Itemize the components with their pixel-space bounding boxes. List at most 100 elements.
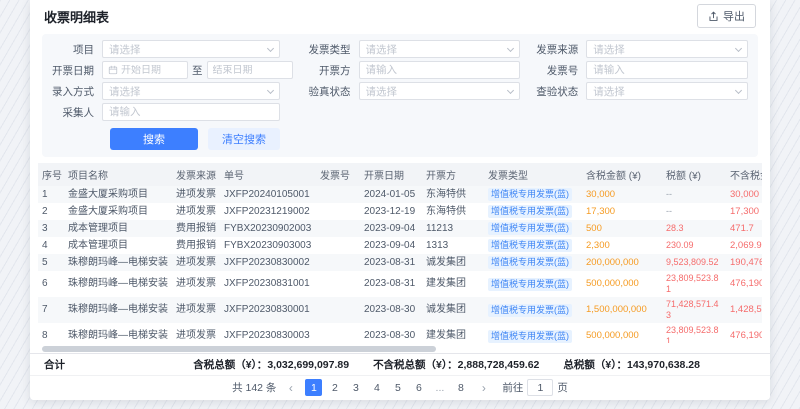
- column-header: 含税金额 (¥): [582, 163, 662, 186]
- cell-project: 成本管理项目: [64, 220, 172, 237]
- table-row: 1 金盛大厦采购项目 进项发票 JXFP20240105001 2024-01-…: [38, 186, 762, 203]
- cell-tax: 71,428,571.43: [662, 297, 726, 323]
- page-title: 收票明细表: [44, 7, 109, 26]
- invoice-source-label: 发票来源: [526, 42, 586, 57]
- cell-no: 2: [38, 203, 64, 220]
- summary-tax-total: 总税额（¥）：143,970,638.28: [563, 357, 700, 372]
- cell-no: 3: [38, 220, 64, 237]
- cell-amount-incl: 500,000,000: [582, 323, 662, 343]
- issuer-input[interactable]: [359, 61, 521, 79]
- filter-invoice-type: 发票类型 请选择: [299, 40, 521, 58]
- chevron-down-icon: [267, 44, 274, 51]
- chevron-down-icon: [735, 44, 742, 51]
- invoice-type-tag: 增值税专用发票(蓝): [488, 205, 572, 218]
- cell-no: 1: [38, 186, 64, 203]
- excl-total-label: 不含税总额（¥）：: [373, 359, 458, 371]
- excl-total-value: 2,888,728,459.62: [458, 359, 540, 371]
- invoice-type-tag: 增值税专用发票(蓝): [488, 239, 572, 252]
- cell-amount-excl: 2,069.91: [726, 237, 762, 254]
- invoice-no-input[interactable]: [586, 61, 748, 79]
- cell-amount-incl: 2,300: [582, 237, 662, 254]
- start-date-input[interactable]: [102, 61, 188, 79]
- export-button[interactable]: 导出: [697, 4, 756, 28]
- cell-project: 珠穆朗玛峰—电梯安装: [64, 297, 172, 323]
- cell-tax: 230.09: [662, 237, 726, 254]
- page-button-3[interactable]: 3: [347, 379, 364, 396]
- cell-tax: --: [662, 203, 726, 220]
- page-button-2[interactable]: 2: [326, 379, 343, 396]
- cell-date: 2023-12-19: [360, 203, 422, 220]
- cell-source: 费用报销: [172, 220, 220, 237]
- collector-input[interactable]: [102, 103, 280, 121]
- column-header: 不含税金额 (¥): [726, 163, 762, 186]
- next-page-button[interactable]: ›: [475, 379, 492, 396]
- page-button-1[interactable]: 1: [305, 379, 322, 396]
- export-label: 导出: [723, 8, 745, 24]
- filter-check-status: 查验状态 请选择: [526, 82, 748, 100]
- filter-invoice-date: 开票日期 至: [42, 61, 293, 79]
- cell-amount-excl: 30,000: [726, 186, 762, 203]
- cell-issuer: 诚发集团: [422, 297, 484, 323]
- chevron-down-icon: [735, 86, 742, 93]
- page-button-5[interactable]: 5: [389, 379, 406, 396]
- invoice-type-tag: 增值税专用发票(蓝): [488, 222, 572, 235]
- summary-row: 合计 含税总额（¥）：3,032,699,097.89 不含税总额（¥）：2,8…: [30, 353, 770, 375]
- cell-invoice-no: [316, 323, 360, 343]
- cell-type: 增值税专用发票(蓝): [484, 203, 582, 220]
- invoice-type-tag: 增值税专用发票(蓝): [488, 330, 572, 343]
- invoice-type-select[interactable]: 请选择: [359, 40, 521, 58]
- cell-issuer: 东海特供: [422, 203, 484, 220]
- chevron-down-icon: [507, 86, 514, 93]
- horizontal-scrollbar[interactable]: [42, 345, 758, 353]
- scrollbar-thumb[interactable]: [42, 346, 436, 352]
- search-button[interactable]: 搜索: [110, 128, 198, 150]
- entry-method-select[interactable]: 请选择: [102, 82, 280, 100]
- date-range-separator: 至: [192, 63, 203, 78]
- page-button-4[interactable]: 4: [368, 379, 385, 396]
- project-label: 项目: [42, 42, 102, 57]
- end-date-input[interactable]: [207, 61, 293, 79]
- invoice-type-tag: 增值税专用发票(蓝): [488, 256, 572, 269]
- column-header: 序号: [38, 163, 64, 186]
- chevron-down-icon: [267, 86, 274, 93]
- total-count: 共 142 条: [232, 380, 276, 395]
- incl-total-label: 含税总额（¥）：: [193, 359, 267, 371]
- page-list: 123456...8: [305, 379, 469, 396]
- invoice-table: 序号项目名称发票来源单号发票号开票日期开票方发票类型含税金额 (¥)税额 (¥)…: [38, 163, 762, 343]
- invoice-source-select[interactable]: 请选择: [586, 40, 748, 58]
- filter-entry-method: 录入方式 请选择: [42, 82, 293, 100]
- clear-search-button[interactable]: 清空搜索: [208, 128, 280, 150]
- cell-type: 增值税专用发票(蓝): [484, 186, 582, 203]
- summary-items: 含税总额（¥）：3,032,699,097.89 不含税总额（¥）：2,888,…: [193, 357, 700, 372]
- project-select[interactable]: 请选择: [102, 40, 280, 58]
- cell-issuer: 东海特供: [422, 186, 484, 203]
- invoice-type-tag: 增值税专用发票(蓝): [488, 278, 572, 291]
- cell-no: 8: [38, 323, 64, 343]
- filter-collector: 采集人: [42, 103, 293, 121]
- cell-order-no: JXFP20230830001: [220, 297, 316, 323]
- start-date-field[interactable]: [121, 65, 182, 76]
- summary-excl-total: 不含税总额（¥）：2,888,728,459.62: [373, 357, 539, 372]
- incl-total-value: 3,032,699,097.89: [267, 359, 349, 371]
- end-date-field[interactable]: [213, 65, 287, 76]
- cell-order-no: JXFP20230830002: [220, 254, 316, 271]
- entry-method-label: 录入方式: [42, 84, 102, 99]
- invoice-source-placeholder: 请选择: [593, 42, 732, 57]
- summary-total-label: 合计: [44, 357, 65, 372]
- cell-amount-incl: 30,000: [582, 186, 662, 203]
- column-header: 项目名称: [64, 163, 172, 186]
- cell-tax: 28.3: [662, 220, 726, 237]
- check-status-select[interactable]: 请选择: [586, 82, 748, 100]
- table-row: 3 成本管理项目 费用报销 FYBX20230902003 2023-09-04…: [38, 220, 762, 237]
- verify-status-select[interactable]: 请选择: [359, 82, 521, 100]
- cell-project: 珠穆朗玛峰—电梯安装: [64, 254, 172, 271]
- tax-total-label: 总税额（¥）：: [563, 359, 627, 371]
- page-button-6[interactable]: 6: [410, 379, 427, 396]
- column-header: 发票来源: [172, 163, 220, 186]
- cell-amount-incl: 500: [582, 220, 662, 237]
- cell-amount-excl: 190,476,190.48: [726, 254, 762, 271]
- cell-order-no: JXFP20240105001: [220, 186, 316, 203]
- page-button-8[interactable]: 8: [452, 379, 469, 396]
- goto-page-input[interactable]: [527, 379, 553, 396]
- prev-page-button[interactable]: ‹: [282, 379, 299, 396]
